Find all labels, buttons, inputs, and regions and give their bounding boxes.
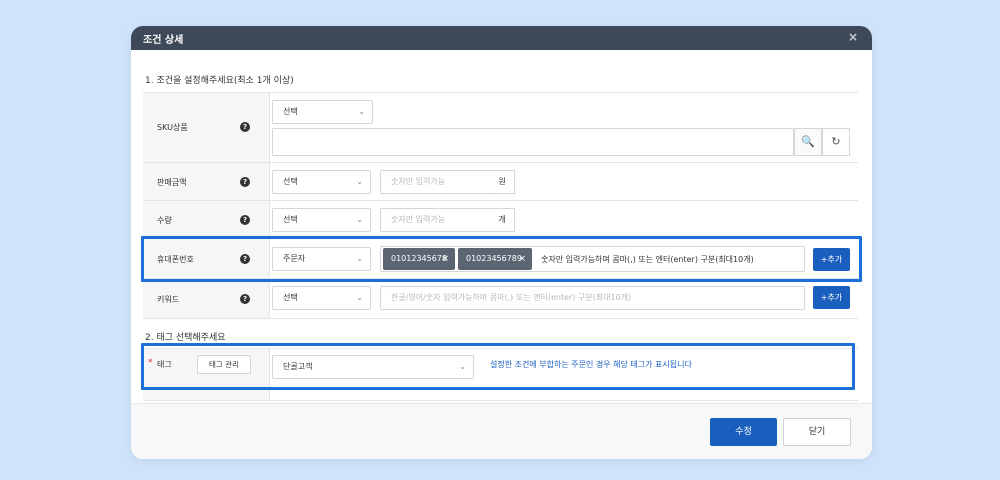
phone-tag: 01023456789 × <box>458 248 532 270</box>
chevron-down-icon: ⌄ <box>459 362 466 371</box>
qty-input[interactable]: 숫자만 입력가능 <box>380 208 491 232</box>
qty-select-value: 선택 <box>283 215 298 224</box>
section-title-conditions: 1. 조건을 설정해주세요(최소 1개 이상) <box>145 76 294 86</box>
refresh-icon[interactable]: ↻ <box>822 128 850 156</box>
amount-unit: 원 <box>490 170 515 194</box>
close-icon[interactable]: × <box>441 248 449 270</box>
sku-label-cell: SKU상품 ? <box>143 93 270 162</box>
close-icon[interactable]: × <box>848 31 858 43</box>
amount-label-cell: 판매금액 ? <box>143 163 270 200</box>
add-keyword-button[interactable]: +추가 <box>813 286 850 309</box>
chevron-down-icon: ⌄ <box>356 293 363 302</box>
keyword-select-value: 선택 <box>283 293 298 302</box>
add-phone-button[interactable]: +추가 <box>813 248 850 271</box>
qty-unit: 개 <box>490 208 515 232</box>
phone-row: 휴대폰번호 ? 주문자 ⌄ 01012345678 × 01023456789 … <box>143 239 858 279</box>
chevron-down-icon: ⌄ <box>356 254 363 263</box>
keyword-select[interactable]: 선택 ⌄ <box>272 286 371 310</box>
tag-description: 설정한 조건에 부합하는 주문인 경우 해당 태그가 표시됩니다 <box>490 360 692 369</box>
help-icon[interactable]: ? <box>240 122 250 132</box>
sku-select-value: 선택 <box>283 107 298 116</box>
sku-label: SKU상품 <box>157 123 188 132</box>
modal-body: 1. 조건을 설정해주세요(최소 1개 이상) SKU상품 ? 선택 ⌄ 🔍 ↻… <box>131 50 872 427</box>
phone-tag: 01012345678 × <box>383 248 455 270</box>
close-button[interactable]: 닫기 <box>783 418 851 446</box>
section-title-tags: 2. 태그 선택해주세요 <box>145 333 226 343</box>
tag-select[interactable]: 단골고객 ⌄ <box>272 355 474 379</box>
required-mark: * <box>148 358 153 368</box>
chevron-down-icon: ⌄ <box>358 107 365 116</box>
modal-header: 조건 상세 × <box>131 26 872 50</box>
phone-label-cell: 휴대폰번호 ? <box>143 239 270 278</box>
keyword-row: 키워드 ? 선택 ⌄ 한글/영어/숫자 입력가능하며 콤마(,) 또는 엔터(e… <box>143 279 858 319</box>
amount-placeholder: 숫자만 입력가능 <box>391 177 446 186</box>
sku-select[interactable]: 선택 ⌄ <box>272 100 373 124</box>
amount-label: 판매금액 <box>157 178 187 187</box>
keyword-placeholder: 한글/영어/숫자 입력가능하며 콤마(,) 또는 엔터(enter) 구분(최대… <box>391 293 632 302</box>
phone-tag-text: 01023456789 <box>466 254 522 263</box>
keyword-label-cell: 키워드 ? <box>143 279 270 318</box>
save-button[interactable]: 수정 <box>710 418 777 446</box>
qty-label: 수량 <box>157 216 172 225</box>
help-icon[interactable]: ? <box>240 215 250 225</box>
qty-label-cell: 수량 ? <box>143 201 270 238</box>
help-icon[interactable]: ? <box>240 177 250 187</box>
tag-select-value: 단골고객 <box>283 362 313 371</box>
sku-row: SKU상품 ? 선택 ⌄ 🔍 ↻ <box>143 92 858 163</box>
help-icon[interactable]: ? <box>240 294 250 304</box>
qty-row: 수량 ? 선택 ⌄ 숫자만 입력가능 개 <box>143 201 858 239</box>
amount-input[interactable]: 숫자만 입력가능 <box>380 170 491 194</box>
amount-row: 판매금액 ? 선택 ⌄ 숫자만 입력가능 원 <box>143 163 858 201</box>
qty-placeholder: 숫자만 입력가능 <box>391 215 446 224</box>
modal-title: 조건 상세 <box>143 34 184 46</box>
modal-footer: 수정 닫기 <box>131 403 872 459</box>
phone-select[interactable]: 주문자 ⌄ <box>272 247 371 271</box>
qty-select[interactable]: 선택 ⌄ <box>272 208 371 232</box>
amount-select[interactable]: 선택 ⌄ <box>272 170 371 194</box>
chevron-down-icon: ⌄ <box>356 177 363 186</box>
keyword-input[interactable]: 한글/영어/숫자 입력가능하며 콤마(,) 또는 엔터(enter) 구분(최대… <box>380 286 805 310</box>
condition-detail-modal: 조건 상세 × 1. 조건을 설정해주세요(최소 1개 이상) SKU상품 ? … <box>131 26 872 459</box>
tag-label-cell: * 태그 태그 관리 <box>143 349 270 400</box>
close-icon[interactable]: × <box>518 248 526 270</box>
keyword-label: 키워드 <box>157 295 180 304</box>
sku-search-input[interactable] <box>272 128 794 156</box>
tag-row: * 태그 태그 관리 단골고객 ⌄ 설정한 조건에 부합하는 주문인 경우 해당… <box>143 348 858 401</box>
phone-select-value: 주문자 <box>283 254 306 263</box>
amount-select-value: 선택 <box>283 177 298 186</box>
tag-label: 태그 <box>157 360 172 369</box>
phone-tag-text: 01012345678 <box>391 254 447 263</box>
phone-input-hint: 숫자만 입력가능하며 콤마(,) 또는 엔터(enter) 구분(최대10개) <box>541 255 754 264</box>
tag-manage-button[interactable]: 태그 관리 <box>197 355 251 374</box>
search-icon[interactable]: 🔍 <box>794 128 822 156</box>
help-icon[interactable]: ? <box>240 254 250 264</box>
phone-label: 휴대폰번호 <box>157 255 194 264</box>
chevron-down-icon: ⌄ <box>356 215 363 224</box>
